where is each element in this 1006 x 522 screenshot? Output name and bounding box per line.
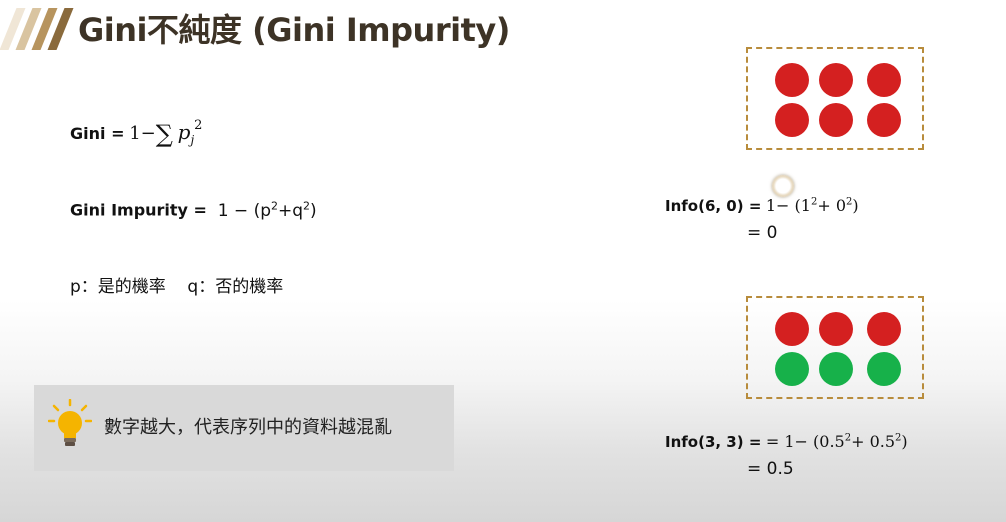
impurity-expression: 1 − (p2+q2) [217,199,317,221]
impurity-sup-1: 2 [271,199,278,212]
gini-p: p [177,120,191,144]
info-part-d: ) [901,432,908,451]
gini-minus: − [140,123,156,144]
red-dot [819,103,853,137]
info-part-b: (0.5 [813,432,845,451]
impurity-sup-2: 2 [303,199,311,212]
impurity-label: Gini Impurity = [70,200,207,220]
info-expression: 1− (12+ 02) [766,196,859,215]
gini-formula: Gini = 1−∑ pj2 [70,118,202,148]
slide-title: Gini不純度 (Gini Impurity) [78,11,510,49]
info-expression: = 1− (0.52+ 0.52) [766,432,908,451]
info-part-a: 1− [765,196,790,215]
info-part-c: + 0.5 [851,432,896,451]
red-dot [867,312,901,346]
lightbulb-icon [48,399,92,446]
red-dot [867,63,901,97]
tip-text: 數字越大，代表序列中的資料越混亂 [104,417,392,438]
impurity-mid: +q [278,200,304,221]
sample-box-all-red [746,47,924,150]
green-dot [819,352,853,386]
sum-symbol: ∑ [155,120,173,148]
mouse-cursor-highlight [772,175,794,197]
probability-definitions: p：是的機率 q：否的機率 [70,277,284,297]
info-3-3-formula: Info(3, 3) = = 1− (0.52+ 0.52) [665,432,908,452]
gini-sub-j: j [190,133,195,147]
red-dot [775,103,809,137]
green-dot [867,352,901,386]
gini-sup-2: 2 [194,118,203,133]
info-6-0-result: = 0 [747,223,778,243]
tip-box: 數字越大，代表序列中的資料越混亂 [34,385,454,471]
info-part-c: + 0 [817,196,846,215]
green-dot [775,352,809,386]
info-label: Info(3, 3) = [665,433,762,451]
title-decoration-stripes [0,8,74,50]
info-3-3-result: = 0.5 [747,459,794,479]
info-6-0-formula: Info(6, 0) = 1− (12+ 02) [665,196,859,216]
gini-one: 1 [129,123,141,144]
impurity-suffix: ) [310,200,317,221]
red-dot [819,312,853,346]
slide: Gini不純度 (Gini Impurity) Gini = 1−∑ pj2 G… [0,0,1006,522]
info-part-a: = 1− [765,432,814,451]
red-dot [867,103,901,137]
gini-label: Gini = [70,124,125,143]
info-label: Info(6, 0) = [665,197,762,215]
sample-box-mixed [746,296,924,399]
impurity-prefix: 1 − (p [217,200,271,221]
red-dot [819,63,853,97]
red-dot [775,312,809,346]
info-part-d: ) [852,196,859,215]
gini-p-term: pj2 [177,118,203,147]
red-dot [775,63,809,97]
info-part-b: (1 [789,196,811,215]
gini-impurity-formula: Gini Impurity = 1 − (p2+q2) [70,199,317,221]
